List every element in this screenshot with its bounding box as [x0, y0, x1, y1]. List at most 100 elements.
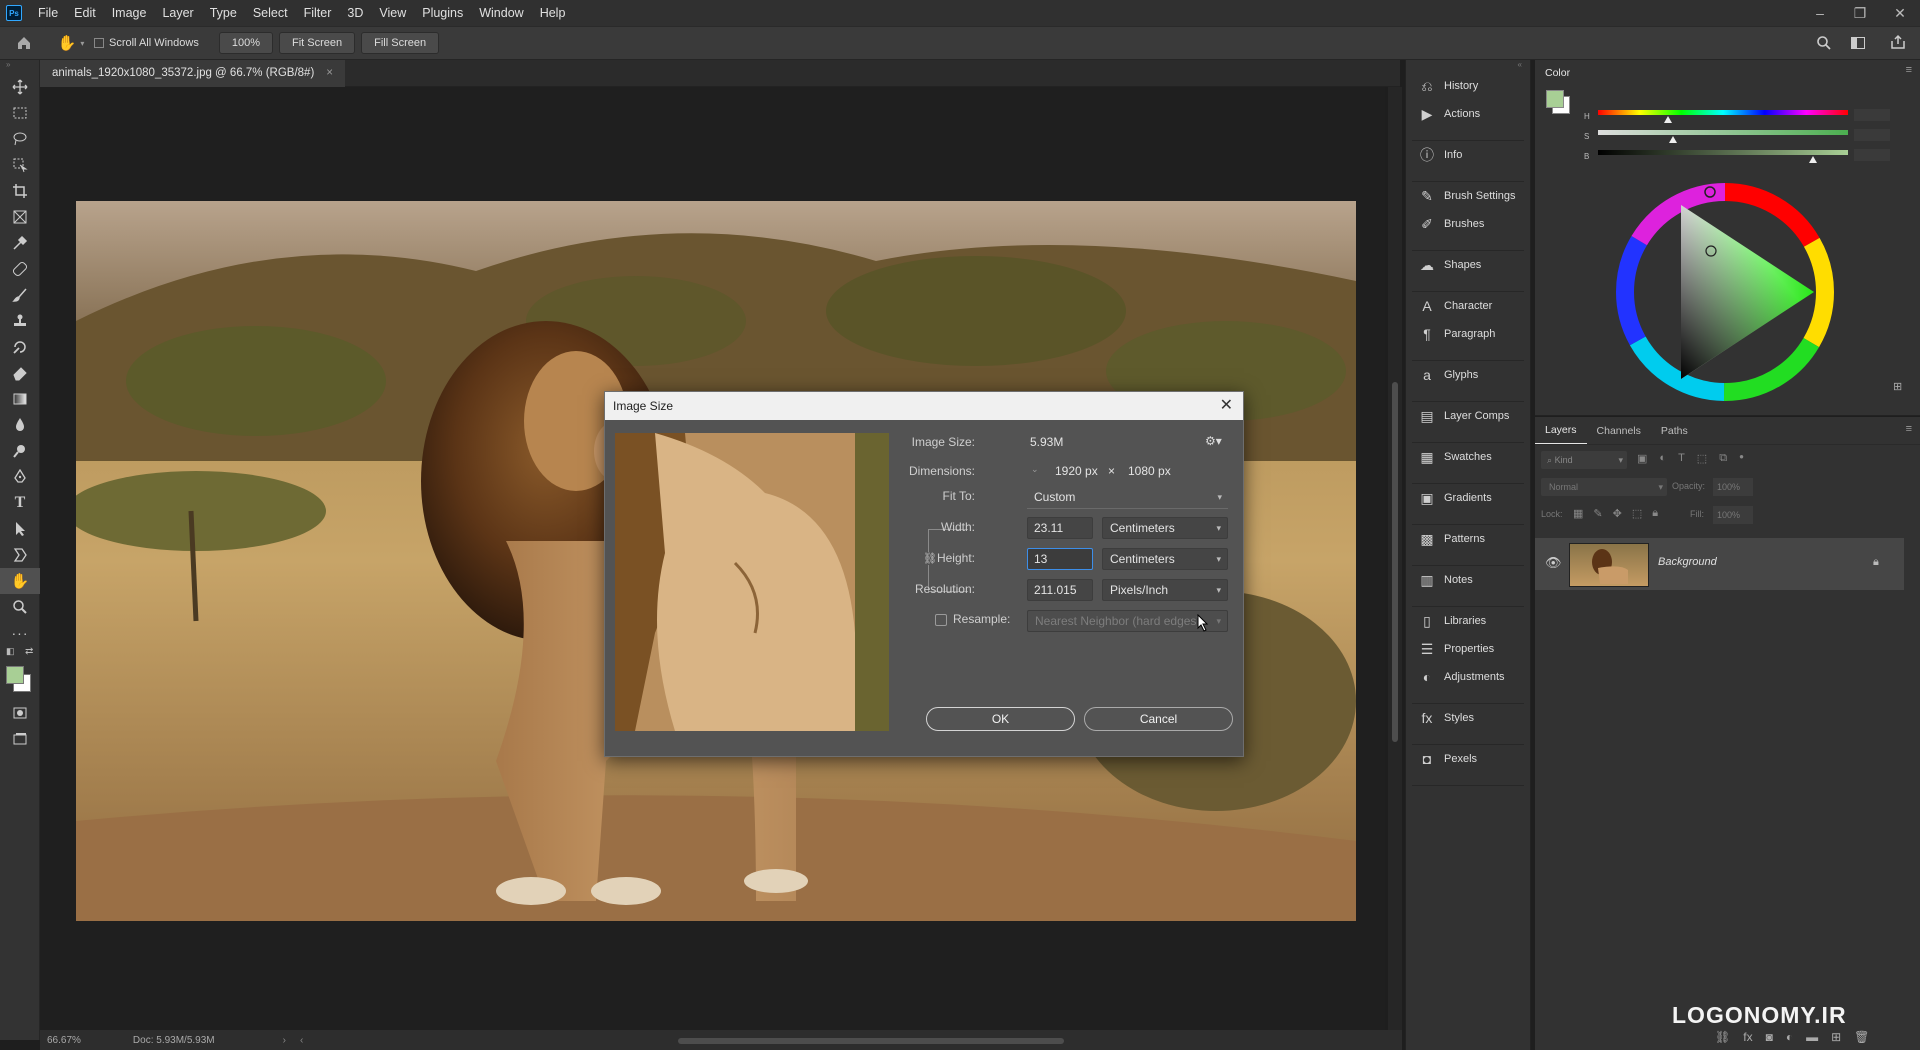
menu-filter[interactable]: Filter: [296, 0, 340, 26]
history-brush-tool-icon[interactable]: [0, 334, 40, 360]
panel-styles[interactable]: fx Styles: [1406, 704, 1530, 732]
menu-help[interactable]: Help: [532, 0, 574, 26]
panel-character[interactable]: A Character: [1406, 292, 1530, 320]
menu-3d[interactable]: 3D: [339, 0, 371, 26]
gradient-tool-icon[interactable]: [0, 386, 40, 412]
image-preview[interactable]: [615, 433, 889, 731]
brightness-slider[interactable]: [1598, 150, 1848, 155]
layer-style-fx-icon[interactable]: fx: [1743, 1030, 1752, 1044]
path-selection-tool-icon[interactable]: [0, 516, 40, 542]
panel-pexels[interactable]: ◘ Pexels: [1406, 745, 1530, 773]
status-expand-icon[interactable]: ›: [283, 1035, 286, 1046]
panel-patterns[interactable]: ▩ Patterns: [1406, 525, 1530, 553]
panel-properties[interactable]: ☰ Properties: [1406, 635, 1530, 663]
panel-shapes[interactable]: ☁ Shapes: [1406, 251, 1530, 279]
lock-transparent-icon[interactable]: ▦: [1573, 507, 1583, 520]
dodge-tool-icon[interactable]: [0, 438, 40, 464]
photoshop-logo-icon[interactable]: Ps: [6, 5, 22, 21]
hue-value-field[interactable]: [1854, 109, 1890, 121]
eraser-tool-icon[interactable]: [0, 360, 40, 386]
color-panel-title[interactable]: Color: [1535, 67, 1580, 79]
brightness-slider-thumb[interactable]: [1809, 156, 1817, 163]
layer-filter-kind[interactable]: ⌕ Kind ▾: [1541, 451, 1627, 469]
tab-channels[interactable]: Channels: [1587, 418, 1651, 444]
foreground-color-swatch[interactable]: [6, 666, 24, 684]
panel-glyphs[interactable]: a Glyphs: [1406, 361, 1530, 389]
pen-tool-icon[interactable]: [0, 464, 40, 490]
menu-plugins[interactable]: Plugins: [414, 0, 471, 26]
tab-paths[interactable]: Paths: [1651, 418, 1698, 444]
new-group-icon[interactable]: ▬: [1806, 1030, 1818, 1044]
link-layers-icon[interactable]: ⛓: [1715, 1030, 1730, 1044]
zoom-status[interactable]: 66.67%: [47, 1035, 81, 1046]
frame-tool-icon[interactable]: [0, 204, 40, 230]
panel-layer-comps[interactable]: ▤ Layer Comps: [1406, 402, 1530, 430]
panel-notes[interactable]: ▥ Notes: [1406, 566, 1530, 594]
lock-all-icon[interactable]: 🔒︎: [1652, 507, 1658, 520]
home-icon[interactable]: [0, 35, 48, 51]
menu-select[interactable]: Select: [245, 0, 296, 26]
resolution-unit-select[interactable]: Pixels/Inch ▾: [1102, 579, 1228, 601]
menu-type[interactable]: Type: [202, 0, 245, 26]
panel-adjustments[interactable]: ◐ Adjustments: [1406, 663, 1530, 691]
layer-name[interactable]: Background: [1658, 556, 1717, 568]
filter-pixel-icon[interactable]: ▣: [1637, 452, 1647, 465]
hue-slider-thumb[interactable]: [1664, 116, 1672, 123]
screen-mode-icon[interactable]: [0, 726, 40, 752]
zoom-100-button[interactable]: 100%: [218, 32, 273, 54]
layers-panel-menu-icon[interactable]: ≡: [1906, 423, 1912, 435]
vertical-scrollbar[interactable]: [1388, 87, 1402, 1030]
panel-info[interactable]: ⓘ Info: [1406, 141, 1530, 169]
ok-button[interactable]: OK: [926, 707, 1075, 731]
new-adjustment-layer-icon[interactable]: ◐: [1786, 1030, 1793, 1044]
menu-image[interactable]: Image: [104, 0, 155, 26]
layer-lock-icon[interactable]: 🔒︎: [1873, 556, 1879, 569]
healing-brush-tool-icon[interactable]: [0, 256, 40, 282]
panels-collapse-icon[interactable]: «: [1406, 60, 1530, 72]
filter-shape-icon[interactable]: ⬚: [1697, 452, 1707, 465]
hand-tool-preset-icon[interactable]: ✋ ▾: [48, 34, 94, 52]
new-layer-icon[interactable]: ⊞: [1831, 1030, 1841, 1044]
document-tab-close-icon[interactable]: ×: [326, 60, 333, 87]
swap-colors-icon[interactable]: ⇄: [25, 646, 33, 657]
toolbar-collapse-icon[interactable]: »: [0, 60, 39, 74]
layer-visibility-eye-icon[interactable]: 👁︎: [1545, 555, 1562, 571]
brush-tool-icon[interactable]: [0, 282, 40, 308]
dimensions-units-chevron-icon[interactable]: ⌄: [1031, 464, 1039, 475]
resample-checkbox[interactable]: [935, 614, 947, 626]
more-tools-icon[interactable]: ···: [0, 620, 40, 646]
horizontal-scroll-thumb[interactable]: [678, 1038, 1064, 1044]
blur-tool-icon[interactable]: [0, 412, 40, 438]
panel-history[interactable]: ⎌ History: [1406, 72, 1530, 100]
layer-row-background[interactable]: 👁︎ Background 🔒︎: [1535, 538, 1904, 590]
opacity-input[interactable]: 100%: [1713, 478, 1753, 496]
panel-libraries[interactable]: ▯ Libraries: [1406, 607, 1530, 635]
color-panel-menu-icon[interactable]: ≡: [1906, 64, 1912, 76]
menu-edit[interactable]: Edit: [66, 0, 104, 26]
saturation-value-field[interactable]: [1854, 129, 1890, 141]
clone-stamp-tool-icon[interactable]: [0, 308, 40, 334]
hue-slider[interactable]: [1598, 110, 1848, 115]
filter-smart-object-icon[interactable]: ⧉: [1719, 452, 1727, 465]
panel-paragraph[interactable]: ¶ Paragraph: [1406, 320, 1530, 348]
menu-file[interactable]: File: [30, 0, 66, 26]
panel-brush-settings[interactable]: ✎ Brush Settings: [1406, 182, 1530, 210]
color-foreground-swatch[interactable]: [1546, 90, 1564, 108]
resolution-input[interactable]: 211.015: [1027, 579, 1093, 601]
panel-brushes[interactable]: ✐ Brushes: [1406, 210, 1530, 238]
panel-gradients[interactable]: ▣ Gradients: [1406, 484, 1530, 512]
marquee-tool-icon[interactable]: [0, 100, 40, 126]
width-unit-select[interactable]: Centimeters ▾: [1102, 517, 1228, 539]
move-tool-icon[interactable]: [0, 74, 40, 100]
shape-tool-icon[interactable]: [0, 542, 40, 568]
menu-view[interactable]: View: [371, 0, 414, 26]
settings-gear-icon[interactable]: ⚙▾: [1205, 434, 1222, 448]
dialog-close-icon[interactable]: ✕: [1220, 392, 1233, 420]
fit-screen-button[interactable]: Fit Screen: [279, 32, 356, 54]
default-colors-icon[interactable]: ◧: [6, 646, 15, 657]
type-tool-icon[interactable]: T: [0, 490, 40, 516]
menu-layer[interactable]: Layer: [154, 0, 201, 26]
panel-swatches[interactable]: ▦ Swatches: [1406, 443, 1530, 471]
height-input[interactable]: 13: [1027, 548, 1093, 570]
filter-type-icon[interactable]: T: [1678, 452, 1685, 465]
